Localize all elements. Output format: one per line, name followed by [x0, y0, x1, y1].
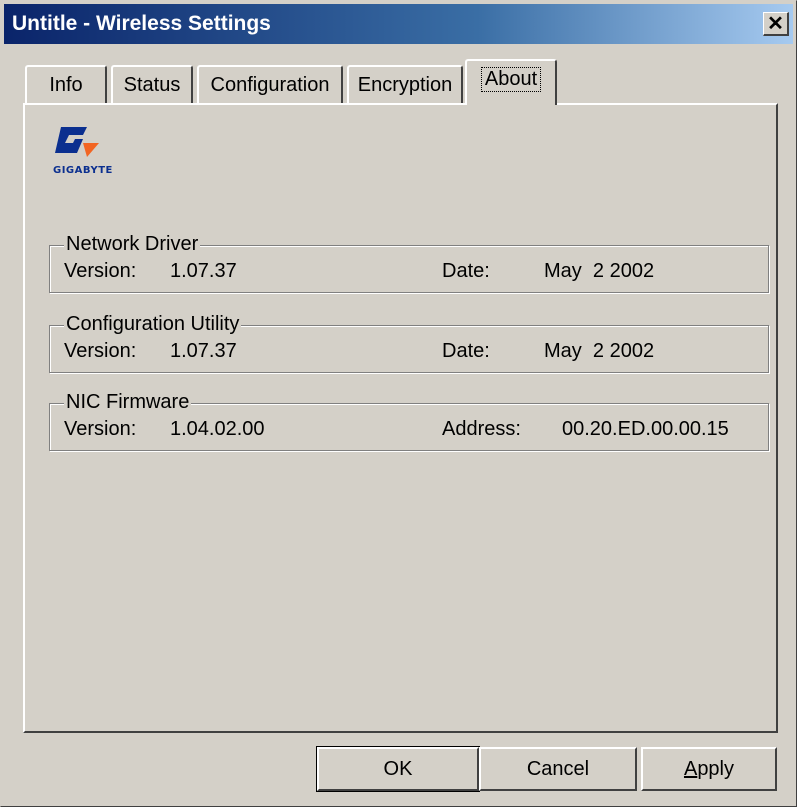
apply-button[interactable]: Apply	[641, 747, 777, 791]
tab-info[interactable]: Info	[25, 65, 107, 103]
wireless-settings-window: Untitle - Wireless Settings ✕ Info Statu…	[0, 0, 797, 807]
tab-status[interactable]: Status	[111, 65, 193, 103]
network-driver-date-value: May 2 2002	[544, 260, 655, 282]
configuration-utility-version-value: 1.07.37	[170, 340, 237, 362]
network-driver-date-label: Date:	[442, 260, 490, 282]
apply-button-label: Apply	[683, 757, 735, 780]
cancel-button-label: Cancel	[526, 757, 590, 780]
tab-encryption-label: Encryption	[357, 73, 453, 96]
tab-status-label: Status	[123, 73, 181, 96]
network-driver-group: Network Driver Version: 1.07.37 Date: Ma…	[49, 233, 769, 293]
tab-encryption[interactable]: Encryption	[347, 65, 463, 103]
nic-firmware-address-value: 00.20.ED.00.00.15	[562, 418, 729, 440]
tab-info-label: Info	[49, 73, 83, 96]
nic-firmware-version-label: Version:	[64, 418, 137, 440]
window-title: Untitle - Wireless Settings	[12, 12, 271, 35]
tab-about[interactable]: About	[465, 59, 557, 105]
tab-about-label: About	[480, 66, 542, 92]
ok-button-label: OK	[383, 757, 413, 780]
ok-button[interactable]: OK	[316, 746, 480, 792]
tab-configuration-label: Configuration	[210, 73, 330, 96]
cancel-button[interactable]: Cancel	[479, 747, 637, 791]
close-button[interactable]: ✕	[763, 12, 789, 36]
network-driver-title: Network Driver	[64, 233, 201, 256]
nic-firmware-group: NIC Firmware Version: 1.04.02.00 Address…	[49, 391, 769, 451]
gigabyte-logo-icon	[55, 127, 99, 157]
nic-firmware-address-label: Address:	[442, 418, 521, 440]
network-driver-version-label: Version:	[64, 260, 137, 282]
configuration-utility-date-value: May 2 2002	[544, 340, 655, 362]
gigabyte-logo: GIGABYTE	[53, 121, 123, 183]
tab-configuration[interactable]: Configuration	[197, 65, 343, 103]
close-icon: ✕	[767, 12, 784, 35]
title-bar[interactable]: Untitle - Wireless Settings ✕	[4, 4, 793, 44]
about-panel: GIGABYTE Network Driver Version: 1.07.37…	[23, 103, 778, 733]
configuration-utility-date-label: Date:	[442, 340, 490, 362]
configuration-utility-version-label: Version:	[64, 340, 137, 362]
configuration-utility-title: Configuration Utility	[64, 313, 242, 336]
nic-firmware-title: NIC Firmware	[64, 391, 192, 414]
nic-firmware-version-value: 1.04.02.00	[170, 418, 265, 440]
configuration-utility-group: Configuration Utility Version: 1.07.37 D…	[49, 313, 769, 373]
gigabyte-logo-text: GIGABYTE	[53, 165, 113, 176]
network-driver-version-value: 1.07.37	[170, 260, 237, 282]
